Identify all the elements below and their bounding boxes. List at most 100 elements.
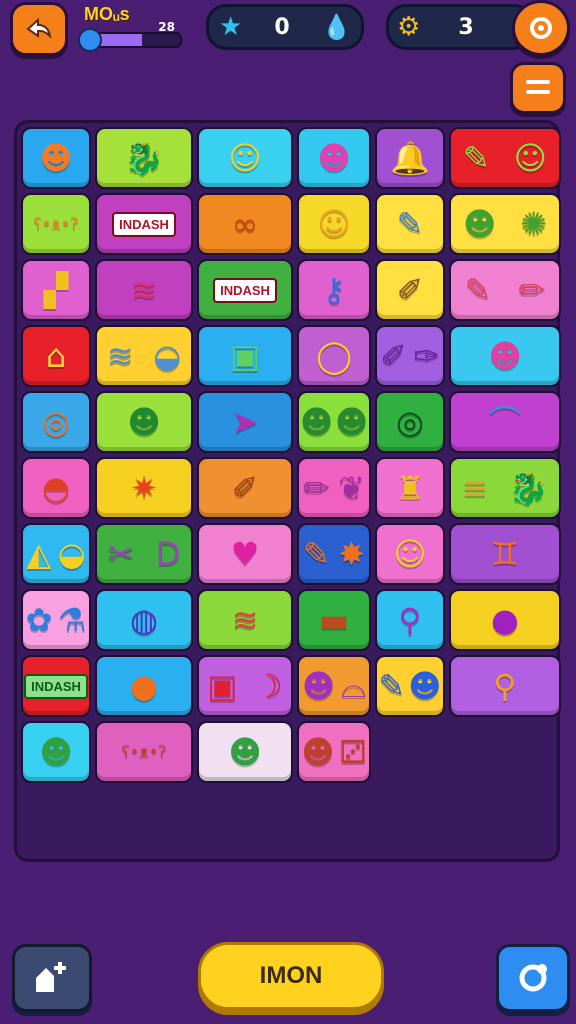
tile-symbol-icon: ✐ xyxy=(231,469,259,507)
blue-pen-monster-tile[interactable]: ✎ ☻ xyxy=(375,655,445,717)
tile-symbol-icon: ◍ xyxy=(130,601,158,639)
mushroom-tile[interactable]: ⌒ xyxy=(449,391,561,453)
tile-symbol-icon: ♊ xyxy=(490,535,520,573)
tile-symbol-icon: ⌂ xyxy=(45,337,67,375)
tile-symbol-icon: ✎ xyxy=(462,139,490,177)
settings-button[interactable] xyxy=(512,0,570,56)
tile-symbol-icon: ≋ xyxy=(130,271,158,309)
tile-symbol-icon: ☻ xyxy=(301,733,335,771)
ufo-tile[interactable]: ◓ xyxy=(21,457,91,519)
menu-button[interactable] xyxy=(510,62,566,114)
plum-tile[interactable]: ● xyxy=(449,589,561,651)
add-piece-button[interactable] xyxy=(12,944,92,1012)
yellow-dog-tile[interactable]: ☺ xyxy=(197,127,293,189)
green-loop-tile[interactable]: ◎ xyxy=(375,391,445,453)
pen-pencil-tile[interactable]: ✎ ✏ xyxy=(449,259,561,321)
green-dragon-tile[interactable]: 🐉 xyxy=(95,127,193,189)
tile-symbol-icon: ⚷ xyxy=(322,271,346,309)
pretzel-tile[interactable]: ∞ xyxy=(197,193,293,255)
tile-symbol-icon: ✐ xyxy=(396,271,424,309)
bear-tile[interactable]: ʕ•ᴥ•ʔ xyxy=(21,193,91,255)
magnifier-tile[interactable]: ⚲ xyxy=(375,589,445,651)
blocks-tile[interactable]: ▞ xyxy=(21,259,91,321)
tile-symbol-icon: ✺ xyxy=(520,205,548,243)
tile-symbol-icon: ☻ xyxy=(127,403,161,441)
octopus-dice-tile[interactable]: ☻ ⚂ xyxy=(297,721,371,783)
rocket-star-tile[interactable]: ✎ ✸ xyxy=(297,523,371,585)
burst-tile[interactable]: ✷ xyxy=(95,457,193,519)
tile-symbol-icon: ✎ xyxy=(464,271,492,309)
tile-symbol-icon: ☻ xyxy=(39,733,73,771)
envelope-c-tile[interactable]: ◭ ◒ xyxy=(21,523,91,585)
pencil-smiley-tile[interactable]: ✎ ☺ xyxy=(449,127,561,189)
brush-tile[interactable]: ✐ xyxy=(375,259,445,321)
purple-dog-sandwich-tile[interactable]: ☻ ⌓ xyxy=(297,655,371,717)
star-icon: ★ xyxy=(219,12,243,42)
wrap-sushi-tile[interactable]: ≋ ◒ xyxy=(95,325,193,387)
blue-key-tile[interactable]: ⚷ xyxy=(297,259,371,321)
gift-box-tile[interactable]: ▣ xyxy=(197,325,293,387)
wallet-tile[interactable]: ▬ xyxy=(297,589,371,651)
chips-dragon-tile[interactable]: ≡ 🐉 xyxy=(449,457,561,519)
lemon-tile[interactable]: ☺ xyxy=(375,523,445,585)
yellow-blob-tile[interactable]: ☺ xyxy=(297,193,371,255)
tile-symbol-icon: ❦ xyxy=(338,469,365,507)
tile-symbol-icon: ◒ xyxy=(57,535,86,573)
chat-ring-tile[interactable]: ◍ xyxy=(95,589,193,651)
pink-monster-tile[interactable]: ☻ xyxy=(297,127,371,189)
tile-symbol-icon: ◭ xyxy=(26,535,51,573)
pencil-tile[interactable]: ✎ xyxy=(375,193,445,255)
paper-plane-tile[interactable]: ➤ xyxy=(197,391,293,453)
pink-cat-tile[interactable]: ☻ xyxy=(449,325,561,387)
tile-label: INDASH xyxy=(112,211,176,237)
pencil-leaf-tile[interactable]: ✏ ❦ xyxy=(297,457,371,519)
tile-symbol-icon: ≡ xyxy=(461,469,489,507)
back-button[interactable] xyxy=(10,2,68,56)
tile-symbol-icon: ☻ xyxy=(39,139,73,177)
tile-symbol-icon: ✎ xyxy=(378,667,406,705)
bug-pair-tile[interactable]: ☻ ☻ xyxy=(297,391,371,453)
green-whale-tile[interactable]: ☻ xyxy=(21,721,91,783)
imon-action-button[interactable]: IMON xyxy=(198,942,384,1010)
tile-symbol-icon: ▣ xyxy=(229,337,261,375)
rainbow-roll-tile[interactable]: ≋ xyxy=(197,589,293,651)
tile-symbol-icon: ✎ xyxy=(303,535,330,573)
crown-tile[interactable]: ♜ xyxy=(375,457,445,519)
tile-symbol-icon: ▣ xyxy=(207,667,238,705)
orange-ghost-tile[interactable]: ☻ xyxy=(21,127,91,189)
tile-symbol-icon: ✿ xyxy=(25,601,53,639)
ring-tile[interactable]: ◯ xyxy=(297,325,371,387)
purple-brush-tile[interactable]: ✐ ✑ xyxy=(375,325,445,387)
gear-icon xyxy=(530,17,552,39)
tile-symbol-icon: ≋ xyxy=(231,601,259,639)
maraca-tile[interactable]: ⚲ xyxy=(449,655,561,717)
house-tile[interactable]: ⌂ xyxy=(21,325,91,387)
striped-snake-tile[interactable]: ≋ xyxy=(95,259,193,321)
swirl-tile[interactable]: ♊ xyxy=(449,523,561,585)
bug-cookie-tile[interactable]: ☻ ✺ xyxy=(449,193,561,255)
turtle-tile[interactable]: ☻ xyxy=(95,391,193,453)
pink-bear-tile[interactable]: ʕ•ᴥ•ʔ xyxy=(95,721,193,783)
tile-symbol-icon: ✸ xyxy=(338,535,365,573)
donut-tile[interactable]: ◎ xyxy=(21,391,91,453)
tile-symbol-icon: ∞ xyxy=(231,205,259,243)
carrot-brush-tile[interactable]: ✐ xyxy=(197,457,293,519)
heart-tile[interactable]: ♥ xyxy=(197,523,293,585)
tile-symbol-icon: ≋ xyxy=(106,337,134,375)
turtle-bottom-tile[interactable]: ☻ xyxy=(197,721,293,783)
tools-d-tile[interactable]: ✂ D xyxy=(95,523,193,585)
indash-green-tile[interactable]: INDASH xyxy=(21,655,91,717)
gear-coin-icon: ⚙ xyxy=(397,12,421,42)
bell-tile[interactable]: 🔔 xyxy=(375,127,445,189)
flower-potion-tile[interactable]: ✿ ⚗ xyxy=(21,589,91,651)
tile-symbol-icon: ✏ xyxy=(518,271,546,309)
orange-fruit-tile[interactable]: ● xyxy=(95,655,193,717)
indash-label-tile[interactable]: INDASH xyxy=(95,193,193,255)
red-box-banana-tile[interactable]: ▣ ☽ xyxy=(197,655,293,717)
tile-symbol-icon: ☻ xyxy=(408,667,442,705)
level-badge-icon xyxy=(78,28,102,52)
indash-candy-tile[interactable]: INDASH xyxy=(197,259,293,321)
tile-symbol-icon: ♜ xyxy=(395,469,425,507)
tile-symbol-icon: ☺ xyxy=(228,139,262,177)
refresh-button[interactable] xyxy=(496,944,570,1012)
